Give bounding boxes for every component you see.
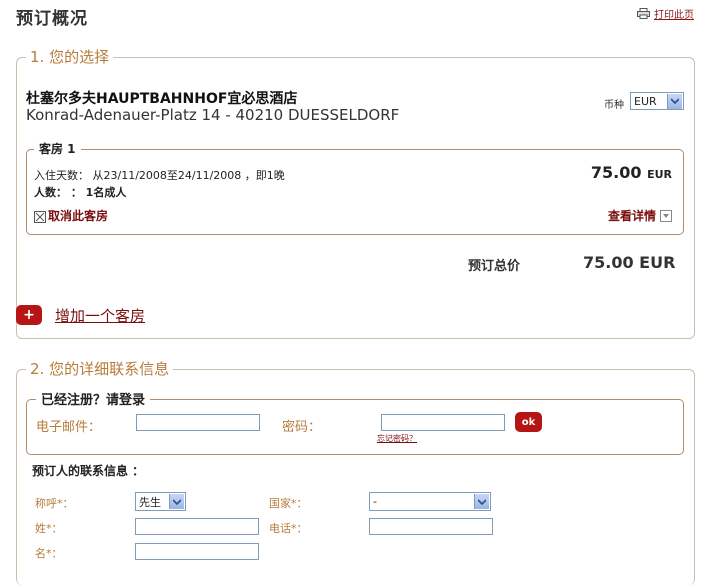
plus-icon: + [23, 307, 35, 323]
hotel-address: Konrad-Adenauer-Platz 14 - 40210 DUESSEL… [26, 106, 400, 124]
page-title: 预订概况 [16, 9, 88, 29]
add-room-link[interactable]: 增加一个客房 [55, 305, 145, 326]
lastname-label: 姓*： [35, 522, 63, 535]
ok-button[interactable]: ok [515, 412, 542, 432]
lastname-field[interactable] [135, 518, 259, 535]
chevron-down-icon [667, 93, 682, 109]
phone-field[interactable] [369, 518, 493, 535]
country-select[interactable]: - [369, 492, 491, 511]
total-label: 预订总价 [468, 259, 521, 274]
country-label: 国家*： [269, 497, 308, 510]
currency-select[interactable]: EUR [630, 92, 684, 110]
chevron-down-icon [474, 494, 489, 509]
print-label: 打印此页 [654, 10, 694, 21]
room-price: 75.00 EUR [591, 163, 672, 182]
room-legend: 客房 1 [34, 140, 81, 157]
forgot-password-link[interactable]: 忘记密码？ [377, 433, 417, 444]
password-field[interactable] [381, 414, 505, 431]
hotel-name: 杜塞尔多夫HAUPTBAHNHOF宜必思酒店 [26, 91, 298, 107]
currency-value: EUR [634, 94, 657, 108]
checkbox-icon [34, 210, 46, 223]
cancel-room-label: 取消此客房 [48, 209, 109, 223]
chevron-down-icon [169, 494, 184, 509]
expand-icon [660, 209, 672, 222]
add-room-button[interactable]: + [16, 305, 42, 325]
currency-label: 币种 [604, 100, 624, 111]
salutation-label: 称呼*： [35, 497, 74, 510]
total-value: 75.00 EUR [583, 253, 676, 272]
email-label: 电子邮件： [36, 420, 102, 435]
print-link[interactable]: 打印此页 [637, 6, 694, 21]
login-legend: 已经注册？请登录 [36, 389, 151, 408]
country-value: - [373, 495, 377, 508]
phone-label: 电话*： [269, 522, 308, 535]
password-label: 密码： [282, 420, 322, 435]
salutation-value: 先生 [139, 495, 161, 509]
view-details-link[interactable]: 查看详情 [608, 207, 674, 224]
room-price-value: 75.00 [590, 163, 642, 182]
room-persons: 人数： ： 1名成人 [34, 186, 127, 199]
room-dates: 入住天数： 从23/11/2008至24/11/2008 ，即1晚 [34, 169, 285, 182]
section2-legend: 2. 您的详细联系信息 [26, 358, 174, 379]
email-field[interactable] [136, 414, 260, 431]
room-price-currency: EUR [647, 168, 672, 181]
printer-icon [637, 8, 650, 19]
contact-title: 预订人的联系信息 ： [32, 464, 145, 478]
section1-legend: 1. 您的选择 [26, 46, 114, 67]
salutation-select[interactable]: 先生 [135, 492, 186, 511]
view-details-label: 查看详情 [607, 209, 656, 223]
firstname-label: 名*： [35, 547, 63, 560]
cancel-room-link[interactable]: 取消此客房 [34, 207, 108, 224]
firstname-field[interactable] [135, 543, 259, 560]
